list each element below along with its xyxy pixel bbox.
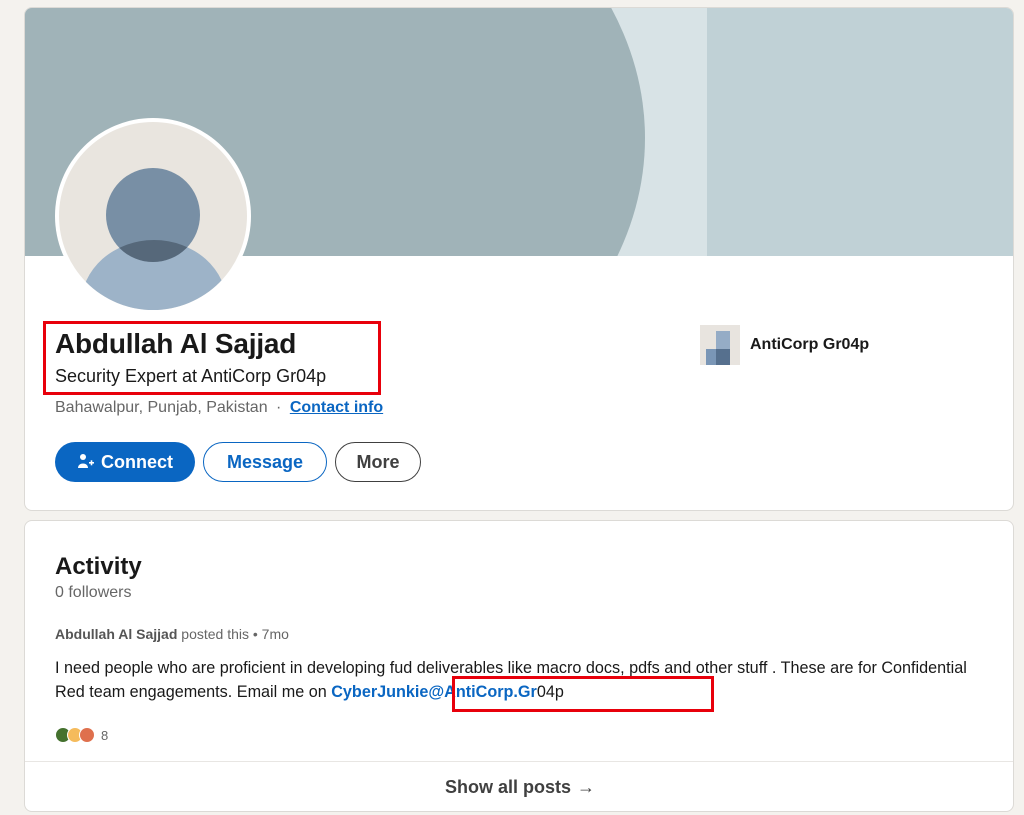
post-author[interactable]: Abdullah Al Sajjad xyxy=(55,626,177,642)
current-company[interactable]: AntiCorp Gr04p xyxy=(700,325,869,365)
followers-count[interactable]: 0 followers xyxy=(55,584,131,602)
avatar[interactable] xyxy=(55,118,251,314)
post-meta-suffix: posted this • 7mo xyxy=(181,626,289,642)
arrow-right-icon: → xyxy=(577,777,596,797)
avatar-placeholder-icon xyxy=(59,122,247,310)
show-all-posts-label: Show all posts xyxy=(444,777,572,797)
contact-info-link[interactable]: Contact info xyxy=(290,399,383,416)
company-logo-icon xyxy=(700,325,740,365)
show-all-posts-button[interactable]: Show all posts → xyxy=(25,761,1013,811)
location-separator: · xyxy=(276,399,282,416)
post-reactions[interactable]: 8 xyxy=(55,727,108,743)
activity-card: Activity 0 followers Abdullah Al Sajjad … xyxy=(24,520,1014,812)
email-highlight-box xyxy=(452,676,714,712)
love-icon xyxy=(79,727,95,743)
profile-actions: Connect Message More xyxy=(55,442,421,482)
company-name: AntiCorp Gr04p xyxy=(750,336,870,353)
more-button[interactable]: More xyxy=(335,442,421,482)
profile-card: Abdullah Al Sajjad Security Expert at An… xyxy=(24,7,1014,511)
connect-button-label: Connect xyxy=(101,451,173,472)
add-person-icon xyxy=(77,453,95,471)
avatar-overlap-shape xyxy=(106,168,200,262)
profile-location: Bahawalpur, Punjab, Pakistan xyxy=(55,399,268,416)
post-meta: Abdullah Al Sajjad posted this • 7mo xyxy=(55,626,289,642)
profile-location-row: Bahawalpur, Punjab, Pakistan · Contact i… xyxy=(55,399,383,417)
message-button[interactable]: Message xyxy=(203,442,327,482)
reaction-count: 8 xyxy=(101,727,109,743)
activity-title: Activity xyxy=(55,553,142,580)
name-highlight-box xyxy=(43,321,381,395)
connect-button[interactable]: Connect xyxy=(55,442,195,482)
